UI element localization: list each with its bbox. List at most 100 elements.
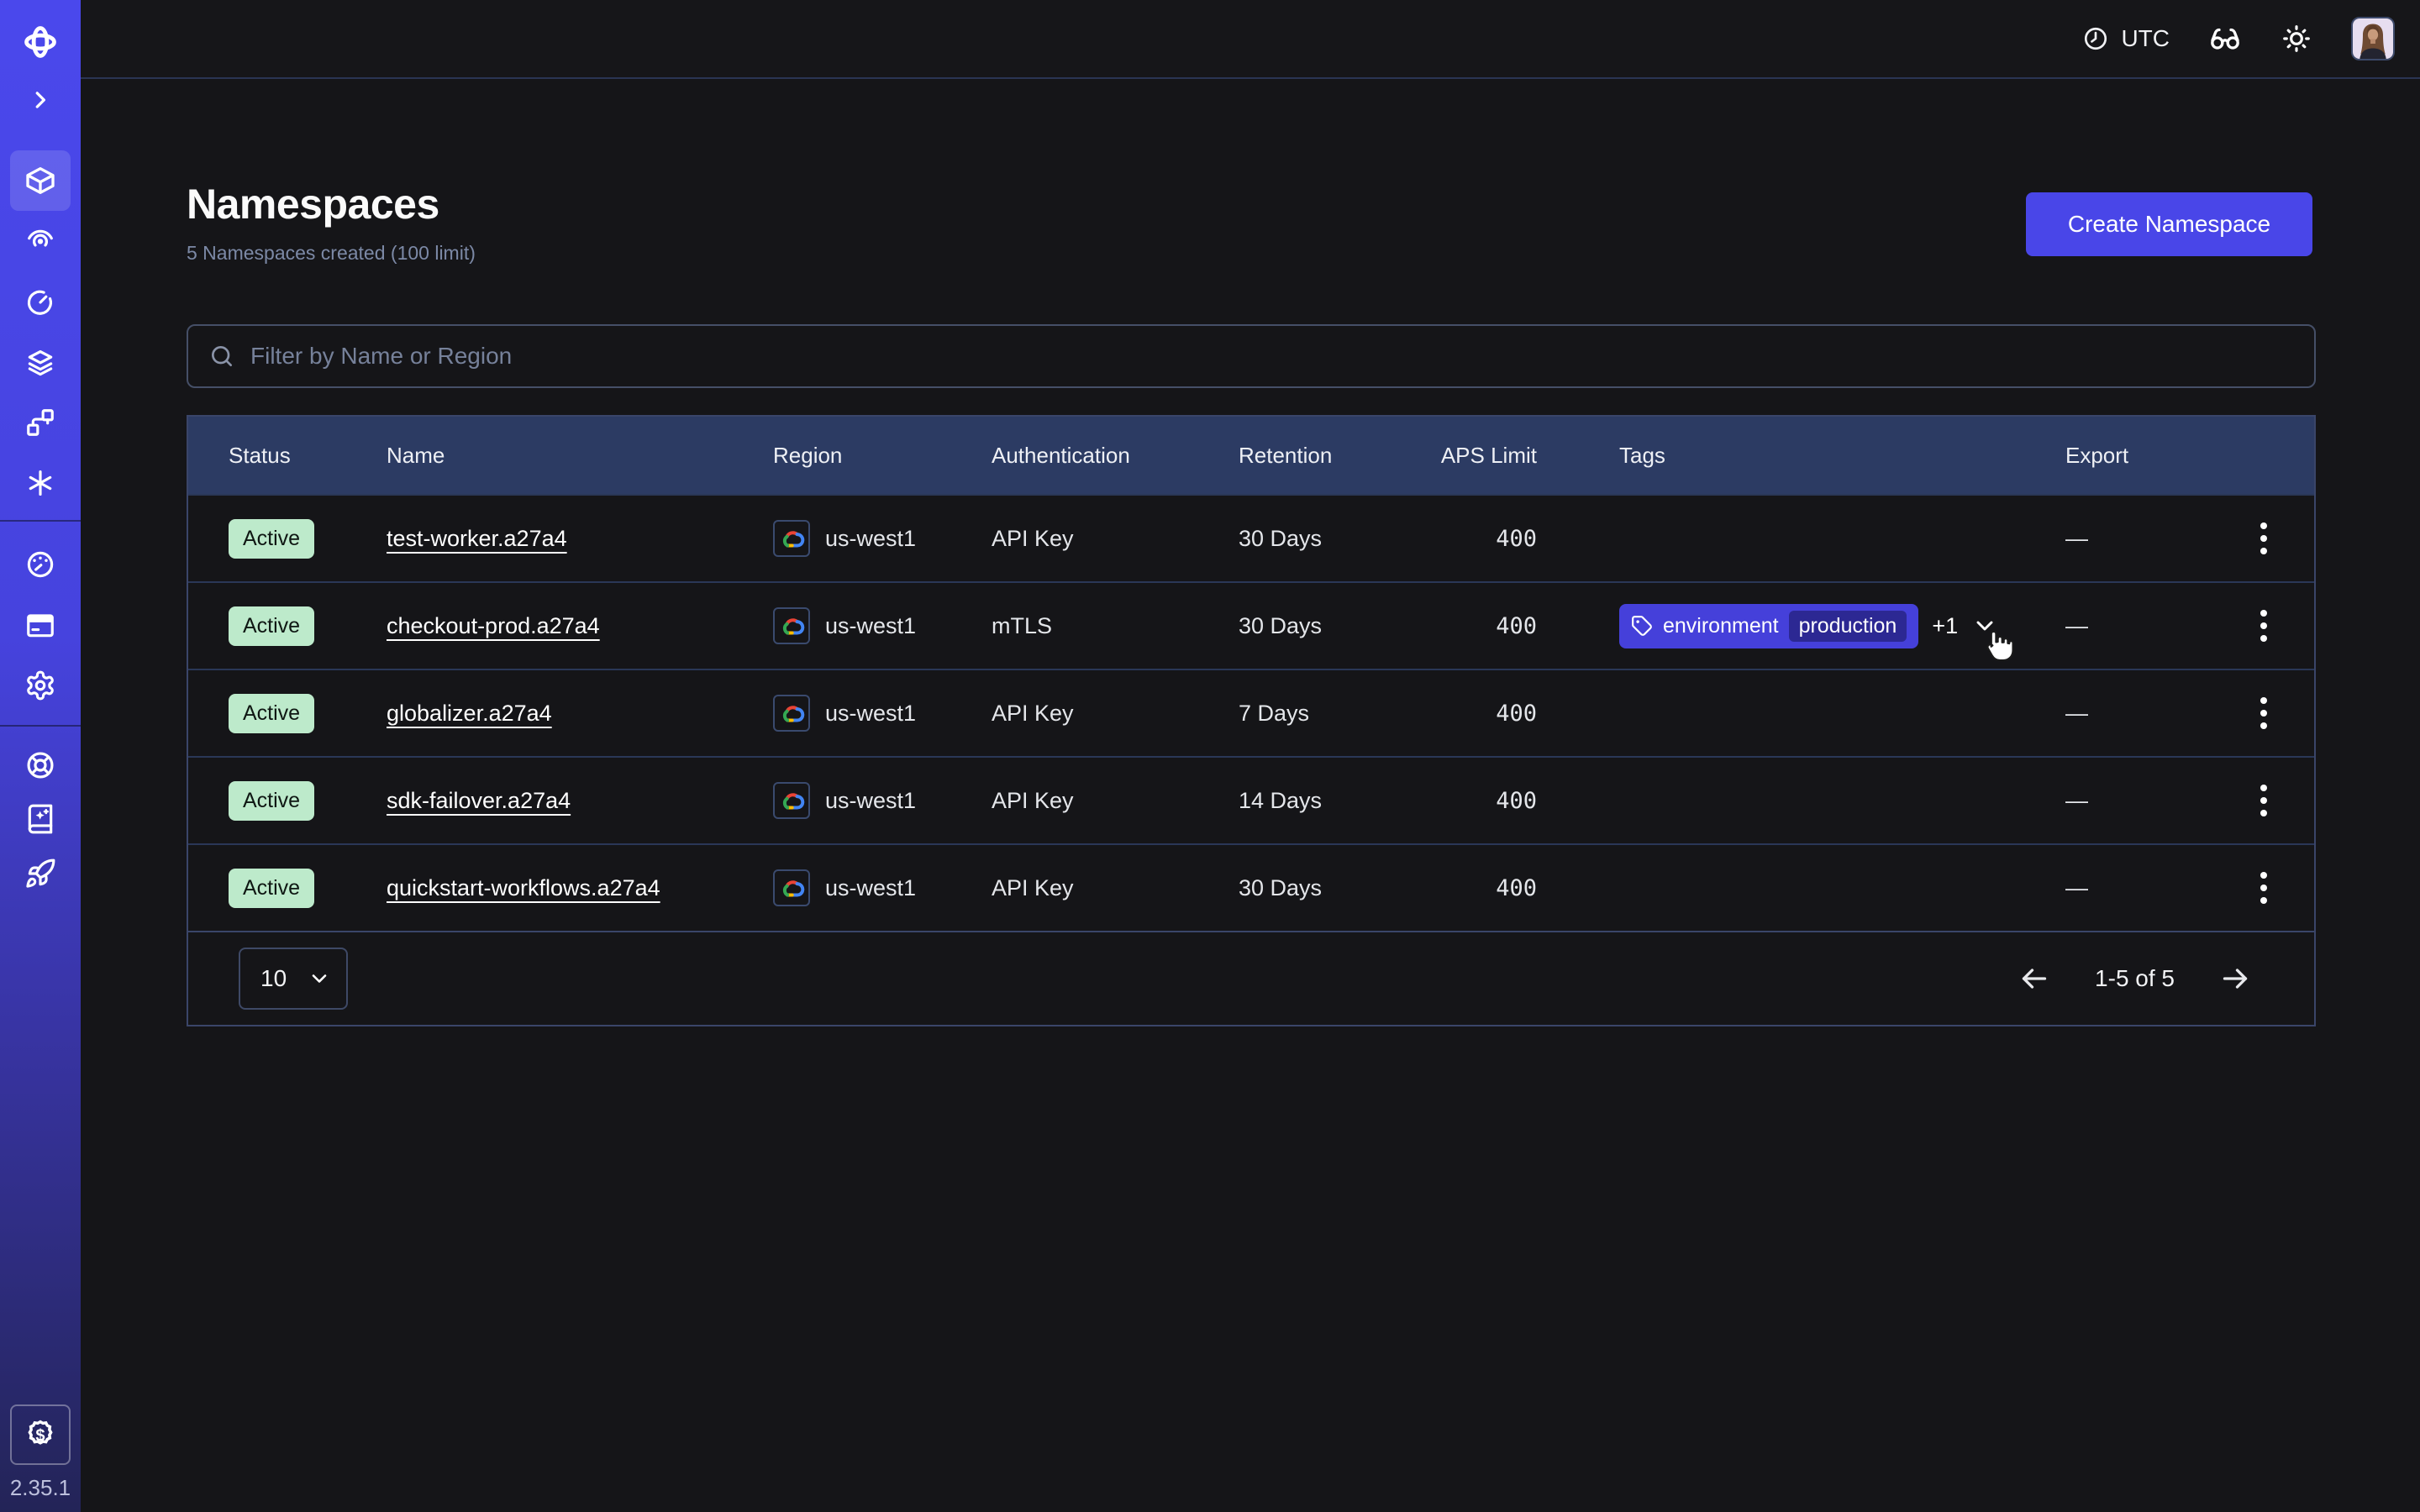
export-value: — [2065, 526, 2213, 552]
gcp-cloud-icon [773, 695, 810, 732]
prev-page-arrow-left-icon[interactable] [2018, 962, 2051, 995]
auth-method: mTLS [992, 613, 1239, 639]
namespace-link[interactable]: quickstart-workflows.a27a4 [387, 875, 660, 900]
status-badge: Active [229, 519, 314, 559]
pricing-badge-icon[interactable]: $ [10, 1404, 71, 1465]
region-label: us-west1 [825, 875, 916, 901]
retention: 30 Days [1239, 613, 1390, 639]
row-menu-kebab-icon[interactable] [2255, 517, 2272, 559]
table-row: Active sdk-failover.a27a4 us-west1 API K… [188, 756, 2314, 843]
row-menu-kebab-icon[interactable] [2255, 780, 2272, 822]
column-header-status: Status [188, 443, 387, 469]
sidebar-expand-chevron-right-icon[interactable] [28, 87, 53, 113]
aps-limit: 400 [1496, 701, 1537, 727]
user-avatar[interactable] [2351, 17, 2395, 60]
row-menu-kebab-icon[interactable] [2255, 692, 2272, 734]
gcp-cloud-icon [773, 520, 810, 557]
sidebar-item-settings-gear-icon[interactable] [24, 669, 56, 701]
sidebar-item-layers-icon[interactable] [24, 347, 56, 379]
sidebar-item-support-lifebuoy-icon[interactable] [24, 749, 56, 781]
filter-search-input[interactable] [250, 343, 2294, 370]
region-label: us-west1 [825, 788, 916, 814]
table-row: Active test-worker.a27a4 us-west1 API Ke… [188, 494, 2314, 581]
create-namespace-button[interactable]: Create Namespace [2026, 192, 2312, 256]
retention: 30 Days [1239, 875, 1390, 901]
tag-pill[interactable]: environment production [1619, 604, 1918, 648]
column-header-retention: Retention [1239, 443, 1390, 469]
namespace-link[interactable]: sdk-failover.a27a4 [387, 788, 571, 813]
table-row: Active quickstart-workflows.a27a4 us-wes… [188, 843, 2314, 931]
region-label: us-west1 [825, 526, 916, 552]
status-badge: Active [229, 694, 314, 733]
aps-limit: 400 [1496, 875, 1537, 901]
pagination-range: 1-5 of 5 [2095, 965, 2175, 992]
page-subtitle: 5 Namespaces created (100 limit) [187, 242, 476, 265]
page-title: Namespaces [187, 180, 439, 228]
column-header-region: Region [773, 443, 992, 469]
page-size-value: 10 [260, 965, 287, 992]
status-badge: Active [229, 781, 314, 821]
theme-toggle-sun-icon[interactable] [2281, 23, 2312, 55]
auth-method: API Key [992, 875, 1239, 901]
export-value: — [2065, 613, 2213, 639]
auth-method: API Key [992, 701, 1239, 727]
sidebar-divider [0, 725, 81, 727]
pagination-bar: 10 1-5 of 5 [188, 931, 2314, 1025]
status-badge: Active [229, 869, 314, 908]
next-page-arrow-right-icon[interactable] [2218, 962, 2252, 995]
sidebar-item-nexus-asterisk-icon[interactable] [24, 467, 56, 499]
filter-search-container [187, 324, 2316, 388]
table-row: Active checkout-prod.a27a4 us-west1 mTLS… [188, 581, 2314, 669]
sidebar: $ 2.35.1 [0, 0, 81, 1512]
topbar: UTC [81, 0, 2420, 79]
sidebar-item-eye-orbit-icon[interactable] [24, 223, 56, 255]
column-header-tags: Tags [1537, 443, 2065, 469]
column-header-aps-limit: APS Limit [1441, 443, 1537, 469]
aps-limit: 400 [1496, 526, 1537, 552]
sidebar-item-billing-credit-card-icon[interactable] [24, 609, 56, 641]
column-header-export: Export [2065, 443, 2213, 469]
sidebar-item-namespaces-cube-icon[interactable] [24, 164, 57, 197]
row-menu-kebab-icon[interactable] [2255, 867, 2272, 909]
sidebar-item-getting-started-rocket-icon[interactable] [24, 858, 56, 890]
tag-icon [1631, 615, 1653, 637]
gcp-cloud-icon [773, 869, 810, 906]
sidebar-divider [0, 520, 81, 522]
namespaces-table: Status Name Region Authentication Retent… [187, 415, 2316, 1026]
region-label: us-west1 [825, 613, 916, 639]
aps-limit: 400 [1496, 788, 1537, 814]
tag-key: environment [1663, 614, 1779, 638]
sidebar-item-usage-gauge-icon[interactable] [24, 549, 56, 580]
sidebar-item-docs-book-sparkles-icon[interactable] [24, 803, 56, 835]
export-value: — [2065, 875, 2213, 901]
table-header-row: Status Name Region Authentication Retent… [188, 417, 2314, 494]
export-value: — [2065, 701, 2213, 727]
auth-method: API Key [992, 526, 1239, 552]
row-menu-kebab-icon[interactable] [2255, 605, 2272, 647]
timezone-selector[interactable]: UTC [2082, 25, 2170, 52]
namespace-link[interactable]: checkout-prod.a27a4 [387, 613, 600, 638]
tag-value: production [1789, 611, 1907, 642]
sidebar-item-timer-icon[interactable] [24, 286, 56, 318]
namespace-link[interactable]: test-worker.a27a4 [387, 526, 567, 551]
app-version: 2.35.1 [0, 1475, 81, 1501]
tags-more-count: +1 [1932, 613, 1958, 639]
glasses-icon[interactable] [2208, 22, 2242, 55]
namespace-link[interactable]: globalizer.a27a4 [387, 701, 552, 726]
status-badge: Active [229, 606, 314, 646]
table-row: Active globalizer.a27a4 us-west1 API Key… [188, 669, 2314, 756]
column-header-name: Name [387, 443, 773, 469]
gcp-cloud-icon [773, 607, 810, 644]
search-icon [208, 343, 235, 370]
sidebar-item-branch-icon[interactable] [24, 407, 56, 438]
tags-cell: environment production +1 [1537, 604, 2065, 648]
retention: 14 Days [1239, 788, 1390, 814]
auth-method: API Key [992, 788, 1239, 814]
page-size-select[interactable]: 10 [239, 948, 348, 1010]
aps-limit: 400 [1496, 613, 1537, 639]
retention: 7 Days [1239, 701, 1390, 727]
temporal-logo[interactable] [21, 23, 60, 61]
tags-expand-chevron-down-icon[interactable] [1971, 612, 1998, 639]
export-value: — [2065, 788, 2213, 814]
page-size-chevron-down-icon [308, 967, 331, 990]
